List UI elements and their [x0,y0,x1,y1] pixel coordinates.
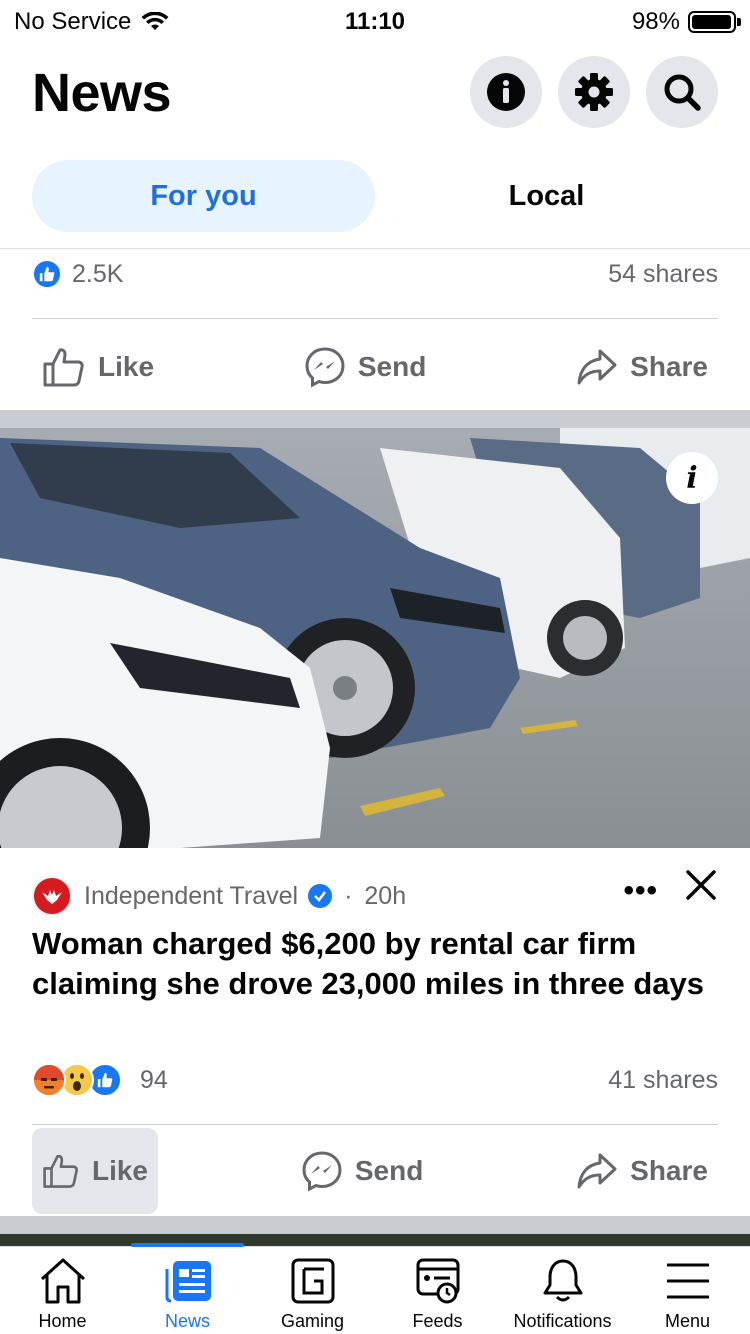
like-button[interactable]: Like [32,324,164,410]
like-reaction-icon [32,259,62,289]
nav-gaming[interactable]: Gaming [250,1247,375,1334]
battery: 98% [631,8,741,36]
reaction-count[interactable]: 94 [140,1066,168,1095]
reaction-count[interactable]: 2.5K [72,260,123,289]
share-count[interactable]: 41 shares [608,1066,718,1095]
messenger-icon [302,1151,342,1192]
post-actions: Like Send Share [32,1128,718,1214]
nav-menu-label: Menu [664,1311,711,1331]
close-icon [686,870,716,900]
ad-info-button[interactable]: i [666,452,718,504]
source-name[interactable]: Independent Travel [84,882,298,911]
gaming-icon [291,1258,334,1304]
nav-feeds[interactable]: Feeds [375,1247,500,1334]
search-button[interactable] [646,56,718,128]
nav-news[interactable]: News [125,1243,250,1334]
battery-percent: 98% [631,8,680,35]
share-button[interactable]: Share [566,1128,718,1214]
messenger-icon [305,347,345,388]
post-separator [0,1216,750,1234]
nav-news-label: News [164,1311,210,1331]
article-image[interactable] [0,428,750,848]
share-label: Share [630,351,708,382]
feeds-icon [416,1258,459,1304]
source-logo[interactable] [32,876,72,916]
nav-feeds-label: Feeds [412,1311,463,1331]
divider [32,318,718,319]
share-arrow-icon [577,349,617,385]
previous-post-stats: 2.5K 54 shares [32,254,718,294]
bottom-tab-bar: Home News Gaming Feeds Notifications Men… [0,1243,750,1334]
settings-button[interactable] [558,56,630,128]
thumbs-up-icon [43,348,84,387]
like-label: Like [98,351,155,382]
tabs-divider [0,248,750,249]
divider [32,1124,718,1125]
battery-icon [688,11,741,33]
share-label: Share [630,1155,708,1186]
meta-separator: · [344,881,353,910]
nav-menu[interactable]: Menu [625,1247,750,1334]
search-icon [664,74,701,111]
send-button[interactable]: Send [291,1128,433,1214]
info-icon [487,73,525,111]
send-label: Send [354,1155,424,1186]
next-post-image-peek [0,1234,750,1246]
news-icon [165,1261,211,1303]
home-icon [40,1258,85,1304]
article-headline[interactable]: Woman charged $6,200 by rental car firm … [32,924,722,1004]
post-meta: Independent Travel · 20h ••• [32,870,718,918]
thumbs-up-icon [43,1154,78,1188]
gear-icon [575,73,613,111]
bell-icon [543,1259,582,1302]
eagle-logo-icon [42,890,62,904]
send-button[interactable]: Send [294,324,436,410]
like-label: Like [91,1155,148,1186]
menu-icon [666,1263,709,1299]
send-label: Send [357,351,427,382]
nav-notifications-label: Notifications [513,1311,612,1331]
share-arrow-icon [577,1153,617,1189]
more-options-button[interactable]: ••• [623,874,658,908]
tab-for-you[interactable]: For you [32,160,375,232]
cars-photo [0,428,750,848]
post-separator [0,410,750,428]
post-age: 20h [364,881,407,910]
nav-home-label: Home [38,1311,87,1331]
status-bar: No Service 11:10 98% [0,0,750,44]
page-header: News [0,52,750,136]
share-button[interactable]: Share [566,324,718,410]
hide-post-button[interactable] [684,868,718,907]
verified-badge-icon [308,884,333,908]
reaction-icons[interactable] [32,1063,122,1097]
info-button[interactable] [470,56,542,128]
page-title: News [32,63,172,123]
news-tabs: For you Local [32,160,718,232]
tab-local[interactable]: Local [375,160,718,232]
share-count[interactable]: 54 shares [608,260,718,289]
post-stats: 94 41 shares [32,1060,718,1100]
nav-home[interactable]: Home [0,1247,125,1334]
nav-gaming-label: Gaming [280,1311,345,1331]
nav-notifications[interactable]: Notifications [500,1247,625,1334]
previous-post-actions: Like Send Share [32,324,718,410]
angry-reaction-icon [32,1063,66,1097]
like-button[interactable]: Like [32,1128,158,1214]
